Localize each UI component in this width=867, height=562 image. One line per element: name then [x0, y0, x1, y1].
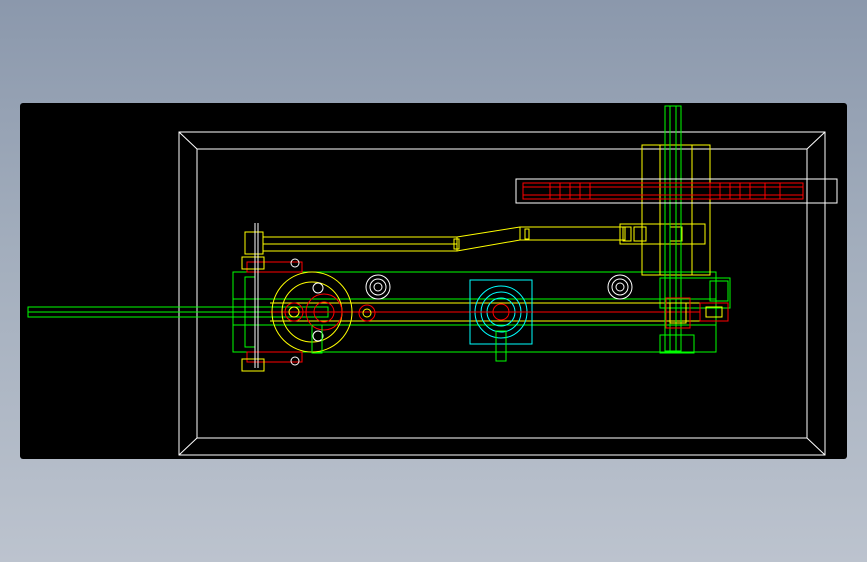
- cad-viewport[interactable]: [20, 103, 847, 459]
- cad-drawing[interactable]: [20, 103, 847, 459]
- left-pivot-assembly: [241, 223, 376, 372]
- lead-screw: [659, 105, 695, 354]
- bearing-icon: [365, 274, 633, 300]
- linkage-arm: [244, 223, 706, 255]
